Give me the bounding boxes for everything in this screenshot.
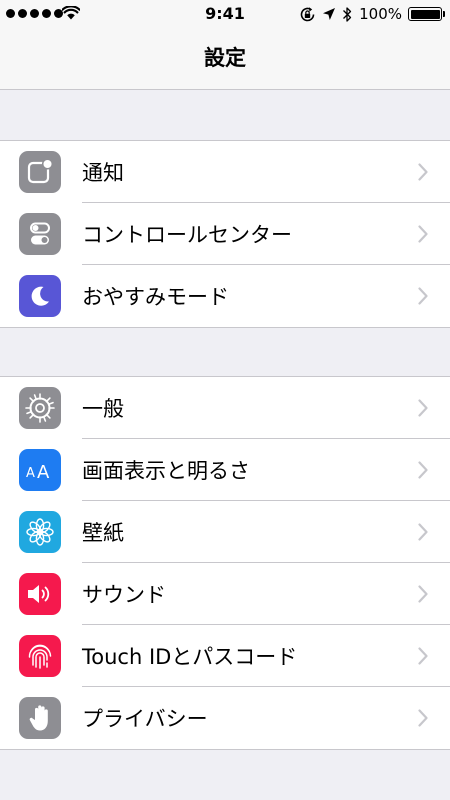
row-label: 一般	[82, 396, 124, 421]
row-label: Touch IDとパスコード	[82, 644, 298, 669]
settings-group-1: 通知 コントロールセンター おやすみモード	[0, 140, 450, 328]
location-icon	[323, 8, 336, 20]
row-touch-id-passcode[interactable]: Touch IDとパスコード	[0, 625, 450, 687]
chevron-right-icon	[418, 523, 428, 541]
row-content: コントロールセンター	[82, 203, 450, 265]
row-label: おやすみモード	[82, 285, 229, 309]
row-notifications[interactable]: 通知	[0, 141, 450, 203]
battery-percent: 100%	[359, 5, 402, 23]
moon-icon	[19, 275, 61, 317]
row-label: 壁紙	[82, 520, 124, 545]
fingerprint-icon	[19, 635, 61, 677]
bluetooth-icon	[343, 6, 352, 22]
chevron-right-icon	[418, 647, 428, 665]
row-sounds[interactable]: サウンド	[0, 563, 450, 625]
row-label: サウンド	[82, 582, 166, 607]
notifications-icon	[19, 151, 61, 193]
row-content: 壁紙	[82, 501, 450, 563]
text-size-icon: A A	[19, 449, 61, 491]
chevron-right-icon	[418, 287, 428, 305]
top-bar: 9:41 100% 設定	[0, 0, 450, 90]
row-label: コントロールセンター	[82, 222, 292, 247]
svg-text:A: A	[26, 466, 35, 481]
battery-icon	[408, 7, 445, 21]
row-control-center[interactable]: コントロールセンター	[0, 203, 450, 265]
status-right-group: 100%	[299, 4, 445, 24]
rotation-lock-icon	[300, 6, 315, 21]
page-title: 設定	[204, 46, 246, 70]
row-content: プライバシー	[82, 687, 450, 749]
control-center-icon	[19, 213, 61, 255]
chevron-right-icon	[418, 225, 428, 243]
row-privacy[interactable]: プライバシー	[0, 687, 450, 749]
chevron-right-icon	[418, 709, 428, 727]
flower-icon	[19, 511, 61, 553]
row-content: Touch IDとパスコード	[82, 625, 450, 687]
hand-icon	[19, 697, 61, 739]
settings-screen: 9:41 100% 設定 通知 コントロールセンター おやすみモード 一般 A …	[0, 0, 450, 800]
speaker-icon	[19, 573, 61, 615]
row-wallpaper[interactable]: 壁紙	[0, 501, 450, 563]
chevron-right-icon	[418, 163, 428, 181]
row-content: 一般	[82, 377, 450, 439]
row-general[interactable]: 一般	[0, 377, 450, 439]
gear-icon	[19, 387, 61, 429]
row-label: プライバシー	[82, 707, 208, 731]
row-content: 通知	[82, 141, 450, 203]
row-content: 画面表示と明るさ	[82, 439, 450, 501]
svg-text:A: A	[37, 462, 50, 481]
status-bar: 9:41 100%	[0, 0, 450, 28]
row-label: 通知	[82, 160, 124, 185]
row-display-brightness[interactable]: A A 画面表示と明るさ	[0, 439, 450, 501]
battery-fill	[410, 9, 440, 19]
chevron-right-icon	[418, 585, 428, 603]
chevron-right-icon	[418, 399, 428, 417]
row-content: おやすみモード	[82, 265, 450, 327]
row-do-not-disturb[interactable]: おやすみモード	[0, 265, 450, 327]
row-content: サウンド	[82, 563, 450, 625]
settings-group-2: 一般 A A 画面表示と明るさ 壁紙 サウンド Touch IDとパスコード プ…	[0, 376, 450, 750]
chevron-right-icon	[418, 461, 428, 479]
row-label: 画面表示と明るさ	[82, 458, 250, 483]
